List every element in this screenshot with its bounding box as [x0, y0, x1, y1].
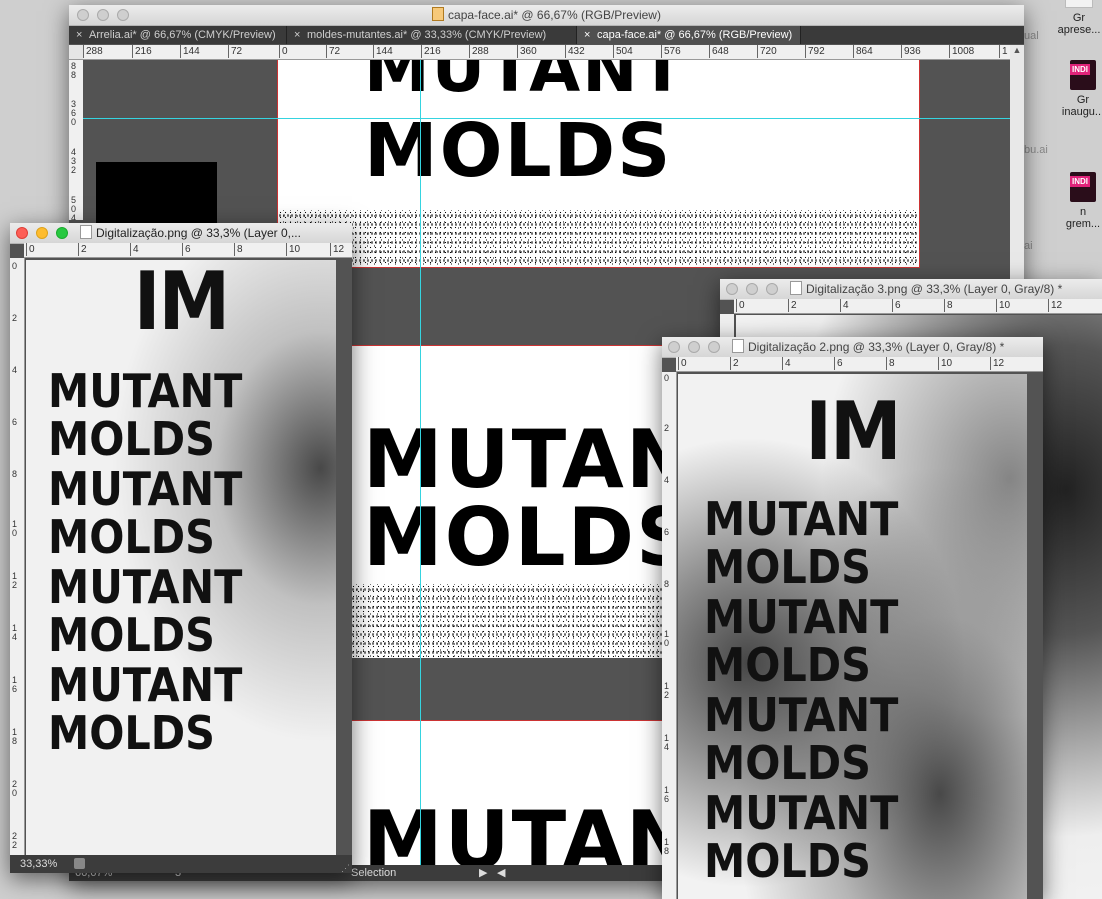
scan-text-line: MOLDS	[704, 834, 871, 888]
scan-text-line: MUTANT	[48, 658, 243, 712]
scroll-up-arrow-icon[interactable]: ▲	[1010, 45, 1024, 55]
png-document-icon	[790, 281, 802, 295]
png-document-icon	[80, 225, 92, 239]
noise-texture	[278, 210, 919, 267]
minimize-button[interactable]	[36, 227, 48, 239]
horizontal-guide[interactable]	[83, 118, 1010, 119]
scan-image: IM MUTANT MOLDS MUTANT MOLDS MUTANT MOLD…	[26, 260, 336, 855]
status-back-icon[interactable]: ◀	[497, 865, 505, 881]
minimize-button[interactable]	[746, 283, 758, 295]
artboard-text-mutant: MUTANT	[364, 60, 687, 107]
resize-grip-icon[interactable]: ⋰	[341, 859, 350, 877]
desktop-file-label: grem...	[1065, 218, 1101, 230]
minimize-button[interactable]	[97, 9, 109, 21]
scan-text-line: MUTANT	[704, 688, 899, 742]
desktop-file-label: n	[1079, 206, 1087, 218]
status-bar: 33,33% ⋰	[10, 855, 352, 873]
close-tab-icon[interactable]: ×	[294, 26, 300, 44]
desktop-file-icon[interactable]: INDI n grem...	[1060, 172, 1102, 230]
close-tab-icon[interactable]: ×	[584, 26, 590, 44]
scan-text-line: MUTANT	[704, 492, 899, 546]
horizontal-ruler[interactable]: 0 2 4 6 8 10 12	[734, 299, 1102, 314]
scan-text-line: MOLDS	[704, 736, 871, 790]
horizontal-ruler[interactable]: 0 2 4 6 8 10 12	[24, 243, 352, 258]
desktop-file-icon[interactable]: INDI Gr inaugu...	[1060, 60, 1102, 118]
zoom-level[interactable]: 33,33%	[20, 855, 57, 873]
close-tab-icon[interactable]: ×	[76, 26, 82, 44]
minimize-button[interactable]	[688, 341, 700, 353]
status-tool-label[interactable]: Selection	[351, 865, 396, 881]
desktop-file-label: inaugu...	[1061, 106, 1102, 118]
scan-text-line: MUTANT	[704, 786, 899, 840]
tab-arrelia[interactable]: × Arrelia.ai* @ 66,67% (CMYK/Preview)	[69, 26, 287, 44]
digitalizacao-2-window: Digitalização 2.png @ 33,3% (Layer 0, Gr…	[662, 337, 1043, 899]
zoom-button[interactable]	[56, 227, 68, 239]
window-title: Digitalização.png @ 33,3% (Layer 0,...	[96, 226, 301, 240]
zoom-button[interactable]	[708, 341, 720, 353]
close-button[interactable]	[668, 341, 680, 353]
ai-document-icon	[432, 7, 445, 21]
desktop-partial-label: ual	[1024, 30, 1039, 42]
zoom-button[interactable]	[766, 283, 778, 295]
scan-text-line: MOLDS	[48, 510, 215, 564]
zoom-button[interactable]	[117, 9, 129, 21]
horizontal-ruler[interactable]: 288 216 144 72 0 72 144 216 288 360 432 …	[83, 45, 1010, 60]
vertical-ruler[interactable]: 0 2 4 6 8 1 0 1 2 1 4 1 6 1 8	[662, 372, 677, 899]
tab-capa-face[interactable]: × capa-face.ai* @ 66,67% (RGB/Preview)	[577, 26, 801, 44]
scan-text-line: MOLDS	[48, 412, 215, 466]
close-button[interactable]	[726, 283, 738, 295]
status-play-icon[interactable]: ▶	[479, 865, 487, 881]
digitalizacao-window: Digitalização.png @ 33,3% (Layer 0,... 0…	[10, 223, 352, 873]
scan-text-line: MOLDS	[704, 540, 871, 594]
window-titlebar[interactable]: Digitalização.png @ 33,3% (Layer 0,...	[10, 223, 352, 244]
png-document-icon	[732, 339, 744, 353]
vertical-guide[interactable]	[420, 60, 421, 865]
document-tabs: × Arrelia.ai* @ 66,67% (CMYK/Preview) × mo…	[69, 26, 1024, 44]
window-titlebar[interactable]: Digitalização 3.png @ 33,3% (Layer 0, Gr…	[720, 279, 1102, 300]
artboard-text-molds: MOLDS	[363, 491, 696, 584]
indesign-file-icon: INDI	[1070, 172, 1096, 202]
desktop-file-label: Gr	[1076, 94, 1090, 106]
scan-text-line: MOLDS	[704, 638, 871, 692]
scan-text-line: MUTANT	[704, 590, 899, 644]
vertical-ruler[interactable]: 0 2 4 6 8 1 0 1 2 1 4 1 6 1 8 2 0 2 2	[10, 258, 25, 855]
scan-text-line: MUTANT	[48, 560, 243, 614]
window-title: capa-face.ai* @ 66,67% (RGB/Preview)	[448, 8, 661, 22]
status-menu-icon[interactable]	[74, 858, 85, 869]
artboard-1[interactable]: MUTANT MOLDS	[277, 60, 920, 268]
desktop-file-icon[interactable]: Gr aprese...	[1056, 0, 1102, 36]
desktop-file-label: aprese...	[1057, 24, 1101, 36]
desktop-partial-label: ai	[1024, 240, 1033, 252]
scan-text-line: MUTANT	[48, 462, 243, 516]
artboard-text-molds: MOLDS	[364, 108, 673, 194]
desktop-file-label: Gr	[1072, 12, 1086, 24]
scan-text-line: MOLDS	[48, 608, 215, 662]
document-icon	[1065, 0, 1093, 8]
scan-text-line: MOLDS	[48, 706, 215, 760]
scan-text-monogram: IM	[805, 385, 901, 478]
ruler-corner	[69, 45, 83, 60]
scan-image: IM MUTANT MOLDS MUTANT MOLDS MUTANT MOLD…	[678, 374, 1027, 899]
close-button[interactable]	[16, 227, 28, 239]
scan-text-line: MUTANT	[48, 364, 243, 418]
tab-moldes-mutantes[interactable]: × moldes-mutantes.ai* @ 33,33% (CMYK/Prev…	[287, 26, 577, 44]
close-button[interactable]	[77, 9, 89, 21]
desktop-partial-label: bu.ai	[1024, 144, 1048, 156]
window-title: Digitalização 3.png @ 33,3% (Layer 0, Gr…	[806, 282, 1063, 296]
window-title: Digitalização 2.png @ 33,3% (Layer 0, Gr…	[748, 340, 1005, 354]
window-titlebar[interactable]: Digitalização 2.png @ 33,3% (Layer 0, Gr…	[662, 337, 1043, 358]
window-titlebar[interactable]: capa-face.ai* @ 66,67% (RGB/Preview)	[69, 5, 1024, 26]
indesign-file-icon: INDI	[1070, 60, 1096, 90]
horizontal-ruler[interactable]: 0 2 4 6 8 10 12	[676, 357, 1043, 372]
scan-text-monogram: IM	[133, 260, 230, 348]
vertical-ruler[interactable]: 8 8 3 6 0 4 3 2 5 0 4	[69, 60, 84, 220]
